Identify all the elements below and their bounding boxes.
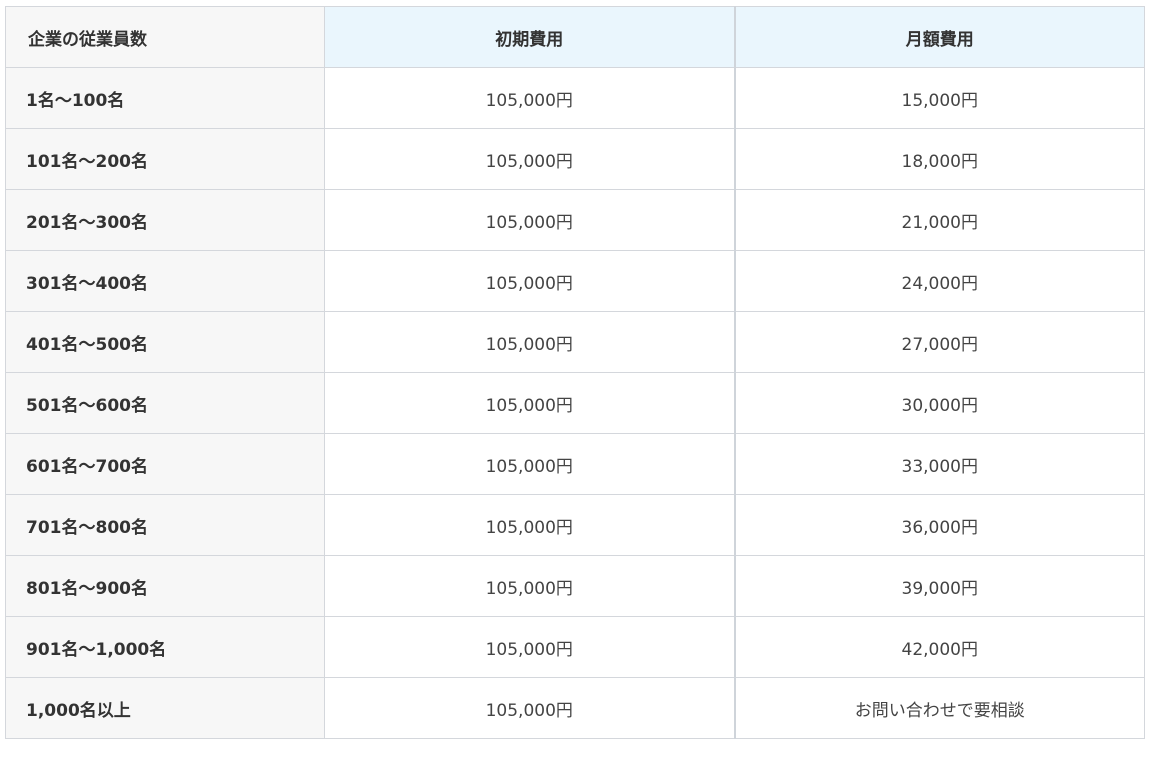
table-row: 601名〜700名 105,000円 33,000円 [5, 433, 1145, 495]
initial-fee-value: 105,000円 [324, 311, 735, 373]
monthly-fee-value: 33,000円 [733, 433, 1145, 495]
initial-fee-value: 105,000円 [324, 616, 735, 678]
monthly-fee-value: 24,000円 [733, 250, 1145, 312]
initial-fee-value: 105,000円 [324, 433, 735, 495]
initial-fee-value: 105,000円 [324, 494, 735, 556]
monthly-fee-value: 42,000円 [733, 616, 1145, 678]
monthly-fee-value: 39,000円 [733, 555, 1145, 617]
table-row: 501名〜600名 105,000円 30,000円 [5, 372, 1145, 434]
table-row: 301名〜400名 105,000円 24,000円 [5, 250, 1145, 312]
employees-range: 601名〜700名 [5, 433, 325, 495]
table-row: 901名〜1,000名 105,000円 42,000円 [5, 616, 1145, 678]
monthly-fee-value: 18,000円 [733, 128, 1145, 190]
initial-fee-value: 105,000円 [324, 189, 735, 251]
employees-range: 301名〜400名 [5, 250, 325, 312]
initial-fee-value: 105,000円 [324, 128, 735, 190]
employees-range: 1,000名以上 [5, 677, 325, 739]
table-row: 101名〜200名 105,000円 18,000円 [5, 128, 1145, 190]
employees-range: 401名〜500名 [5, 311, 325, 373]
monthly-fee-value: 15,000円 [733, 67, 1145, 129]
initial-fee-value: 105,000円 [324, 250, 735, 312]
employees-range: 101名〜200名 [5, 128, 325, 190]
initial-fee-value: 105,000円 [324, 67, 735, 129]
header-monthly-fee: 月額費用 [733, 6, 1145, 68]
monthly-fee-value: お問い合わせで要相談 [733, 677, 1145, 739]
header-row: 企業の従業員数 初期費用 月額費用 [5, 6, 1145, 68]
monthly-fee-value: 30,000円 [733, 372, 1145, 434]
table-row: 201名〜300名 105,000円 21,000円 [5, 189, 1145, 251]
employees-range: 901名〜1,000名 [5, 616, 325, 678]
monthly-fee-value: 27,000円 [733, 311, 1145, 373]
pricing-table: 企業の従業員数 初期費用 月額費用 1名〜100名 105,000円 15,00… [5, 6, 1145, 739]
table-row: 1,000名以上 105,000円 お問い合わせで要相談 [5, 677, 1145, 739]
table-body: 1名〜100名 105,000円 15,000円 101名〜200名 105,0… [5, 67, 1145, 739]
employees-range: 1名〜100名 [5, 67, 325, 129]
table-row: 1名〜100名 105,000円 15,000円 [5, 67, 1145, 129]
table-header: 企業の従業員数 初期費用 月額費用 [5, 6, 1145, 68]
employees-range: 201名〜300名 [5, 189, 325, 251]
header-initial-fee: 初期費用 [324, 6, 735, 68]
employees-range: 501名〜600名 [5, 372, 325, 434]
monthly-fee-value: 21,000円 [733, 189, 1145, 251]
table-row: 401名〜500名 105,000円 27,000円 [5, 311, 1145, 373]
table-row: 801名〜900名 105,000円 39,000円 [5, 555, 1145, 617]
initial-fee-value: 105,000円 [324, 555, 735, 617]
initial-fee-value: 105,000円 [324, 372, 735, 434]
header-employees: 企業の従業員数 [5, 6, 325, 68]
monthly-fee-value: 36,000円 [733, 494, 1145, 556]
employees-range: 701名〜800名 [5, 494, 325, 556]
employees-range: 801名〜900名 [5, 555, 325, 617]
table-row: 701名〜800名 105,000円 36,000円 [5, 494, 1145, 556]
initial-fee-value: 105,000円 [324, 677, 735, 739]
